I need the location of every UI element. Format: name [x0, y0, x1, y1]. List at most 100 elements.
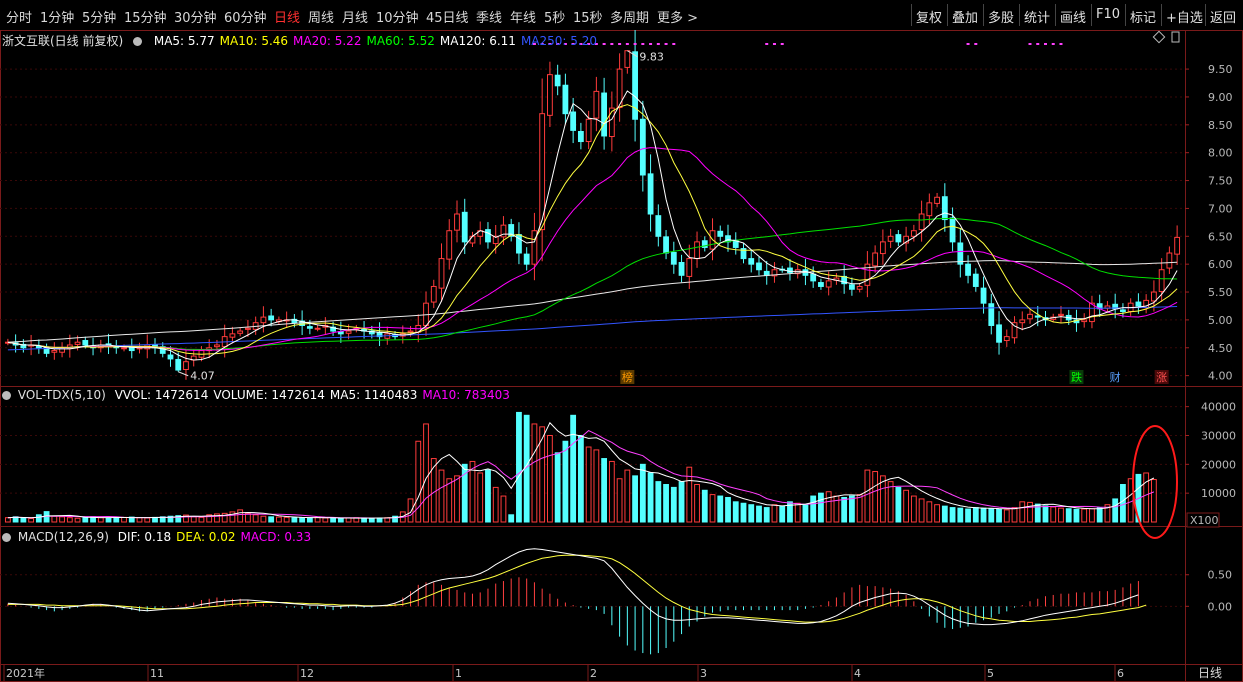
ma-legend-item-3: MA60: 5.52: [366, 34, 435, 48]
candle-body: [593, 90, 600, 119]
candle-body: [763, 270, 770, 276]
volume-title[interactable]: VOL-TDX(5,10): [18, 388, 106, 402]
event-marker-1: 跌: [1071, 370, 1082, 384]
toolbar-separator: [1161, 4, 1162, 26]
toolbar-item-15[interactable]: 多周期: [610, 7, 649, 26]
toolbar-right-item-7[interactable]: +自选: [1166, 7, 1203, 26]
volume-bar: [1065, 508, 1072, 523]
price-tick-label: 5.00: [1208, 314, 1233, 327]
candle-body: [972, 273, 979, 287]
volume-bar: [531, 423, 538, 523]
volume-bar: [430, 458, 437, 523]
main-title[interactable]: 浙文互联(日线 前复权): [2, 34, 123, 48]
volume-bar: [299, 517, 306, 523]
volume-bar: [663, 484, 669, 523]
toolbar-item-10[interactable]: 45日线: [426, 7, 469, 26]
toolbar-item-8[interactable]: 月线: [342, 7, 368, 26]
toolbar-item-1[interactable]: 1分钟: [40, 7, 74, 26]
x-tick-label: 11: [150, 667, 164, 680]
volume-bar: [934, 504, 940, 523]
volume-bar: [446, 478, 453, 523]
toolbar-item-14[interactable]: 15秒: [573, 7, 603, 26]
settings-gear-icon[interactable]: [133, 37, 143, 46]
signal-dot: [1028, 43, 1032, 45]
volume-bar: [887, 481, 894, 523]
candle-body: [1120, 309, 1126, 313]
volume-legend-item-1: VOLUME: 1472614: [213, 388, 325, 402]
volume-bar: [306, 517, 313, 523]
candle-body: [717, 230, 724, 237]
candle-body: [748, 258, 755, 265]
ma-legend-items: MA5: 5.77 MA10: 5.46 MA20: 5.22 MA60: 5.52 M…: [149, 34, 597, 48]
price-tick-label: 7.00: [1208, 202, 1233, 215]
toolbar-item-5[interactable]: 60分钟: [224, 7, 267, 26]
toolbar-right-item-6[interactable]: 标记: [1130, 7, 1156, 26]
candle-body: [1150, 291, 1157, 302]
toolbar-right-item-3[interactable]: 统计: [1024, 7, 1050, 26]
volume-bar: [841, 496, 848, 523]
toolbar-separator: [1055, 4, 1056, 26]
toolbar-right-item-0[interactable]: 复权: [916, 7, 942, 26]
macd-title[interactable]: MACD(12,26,9): [18, 530, 109, 544]
toolbar-right-item-8[interactable]: 返回: [1210, 7, 1236, 26]
volume-bar: [345, 517, 352, 523]
toolbar-item-9[interactable]: 10分钟: [376, 7, 419, 26]
volume-bar: [198, 516, 205, 523]
volume-bar: [28, 518, 35, 523]
candle-body: [686, 258, 693, 277]
signal-dot: [656, 43, 660, 45]
candle-body: [82, 340, 89, 346]
toolbar-right-item-1[interactable]: 叠加: [952, 7, 978, 26]
volume-bar: [701, 489, 708, 523]
signal-dot: [664, 43, 668, 45]
x-tick-label: 1: [455, 667, 462, 680]
candle-body: [183, 361, 189, 371]
volume-bar: [51, 515, 58, 523]
candle-body: [121, 347, 127, 350]
candle-body: [818, 282, 824, 287]
toolbar-item-4[interactable]: 30分钟: [174, 7, 217, 26]
toolbar-item-16[interactable]: 更多 >: [657, 7, 698, 26]
toolbar-item-13[interactable]: 5秒: [544, 7, 565, 26]
macd-toggle-icon[interactable]: [2, 533, 11, 542]
volume-toggle-icon[interactable]: [2, 391, 11, 400]
candle-body: [879, 241, 886, 255]
toolbar-right-item-5[interactable]: F10: [1096, 7, 1120, 22]
volume-bar: [508, 514, 515, 523]
stock-chart[interactable]: 4.00 4.50 5.00 5.50 6.00 6.50 7.00 7.50 8.00 8.50…: [0, 30, 1243, 682]
volume-bar: [802, 504, 809, 523]
volume-bar: [593, 449, 600, 523]
toolbar-item-0[interactable]: 分时: [6, 7, 32, 26]
toolbar-item-7[interactable]: 周线: [308, 7, 334, 26]
candle-body: [407, 330, 414, 333]
volume-bar: [121, 516, 127, 523]
volume-bar: [717, 495, 724, 523]
candle-body: [245, 327, 251, 330]
signal-dot: [1051, 43, 1055, 45]
toolbar-item-6[interactable]: 日线: [274, 7, 300, 26]
volume-bar: [260, 515, 267, 523]
macd-tick-label: 0.50: [1208, 569, 1233, 582]
candle-body: [1058, 313, 1064, 316]
candle-body: [74, 341, 81, 345]
toolbar-item-11[interactable]: 季线: [476, 7, 502, 26]
candle-body: [1019, 319, 1026, 324]
volume-bar: [709, 494, 716, 523]
toolbar-right-item-2[interactable]: 多股: [988, 7, 1014, 26]
low-price-label: 4.07: [190, 370, 215, 383]
toolbar-item-2[interactable]: 5分钟: [82, 7, 116, 26]
x-tick-label: 3: [700, 667, 707, 680]
candle-body: [268, 315, 275, 321]
volume-bar: [268, 516, 275, 523]
toolbar-right-item-4[interactable]: 画线: [1060, 7, 1086, 26]
toolbar-item-12[interactable]: 年线: [510, 7, 536, 26]
candle-body: [167, 354, 174, 360]
volume-bar: [516, 411, 522, 523]
candle-body: [51, 350, 58, 353]
signal-dot: [672, 43, 676, 45]
volume-bar: [1073, 508, 1080, 523]
volume-bar: [608, 460, 615, 523]
volume-unit-label: X100: [1190, 514, 1219, 527]
toolbar-item-3[interactable]: 15分钟: [124, 7, 167, 26]
candle-body: [562, 84, 569, 115]
